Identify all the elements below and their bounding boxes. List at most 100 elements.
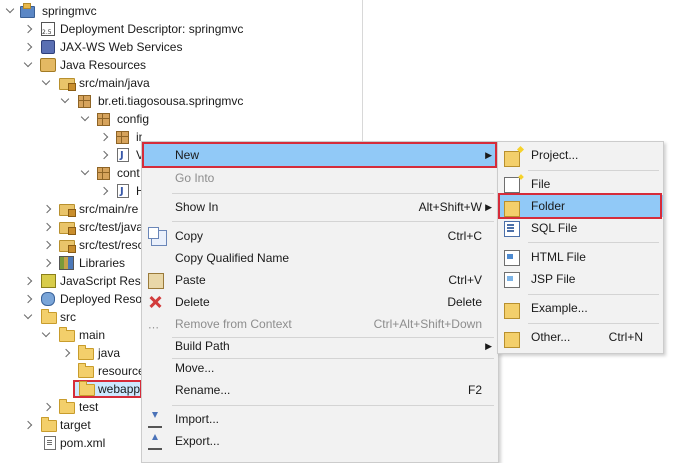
- chevron-right-icon[interactable]: [102, 182, 112, 200]
- context-menu: New ▶ Go Into Show In Alt+Shift+W ▶ Copy…: [141, 141, 499, 463]
- chevron-down-icon[interactable]: [24, 56, 34, 74]
- chevron-right-icon[interactable]: [102, 128, 112, 146]
- menu-separator: [172, 221, 494, 222]
- tree-item-config[interactable]: config: [0, 110, 360, 128]
- menu-separator: [528, 323, 659, 324]
- tree-item-java[interactable]: java: [0, 344, 142, 362]
- tree-item-main[interactable]: main: [0, 326, 142, 344]
- delete-icon: [148, 295, 162, 309]
- menu-separator: [528, 242, 659, 243]
- tree-item-controller[interactable]: cont: [0, 164, 142, 182]
- menu-item-build-path[interactable]: Build Path ▶: [142, 335, 498, 357]
- java-file-icon: [117, 147, 129, 164]
- submenu-item-html-file[interactable]: HTML File: [498, 246, 663, 268]
- tree-item-java-resources[interactable]: Java Resources: [0, 56, 360, 74]
- tree-item-label: src: [60, 310, 76, 324]
- tree-item-label: springmvc: [42, 4, 97, 18]
- tree-item-src-main-java[interactable]: src/main/java: [0, 74, 360, 92]
- deployment-descriptor-icon: [41, 22, 55, 42]
- tree-item-label: pom.xml: [60, 436, 106, 450]
- submenu-item-example[interactable]: Example...: [498, 297, 663, 319]
- menu-item-export[interactable]: Export...: [142, 430, 498, 452]
- tree-item-src-test-resources[interactable]: src/test/reso: [0, 236, 142, 254]
- tree-item-src-test-java[interactable]: src/test/java: [0, 218, 142, 236]
- menu-item-move[interactable]: Move...: [142, 357, 498, 379]
- tree-item-pom-xml[interactable]: pom.xml: [0, 434, 142, 452]
- chevron-right-icon[interactable]: [26, 290, 36, 308]
- chevron-right-icon[interactable]: [102, 146, 112, 164]
- chevron-right-icon[interactable]: [45, 218, 55, 236]
- tree-item-java-file-h[interactable]: H: [0, 182, 142, 200]
- menu-item-shortcut: Alt+Shift+W: [418, 200, 482, 214]
- chevron-down-icon[interactable]: [42, 74, 52, 92]
- tree-item-src[interactable]: src: [0, 308, 142, 326]
- menu-item-label: Move...: [175, 361, 215, 375]
- tree-item-test[interactable]: test: [0, 398, 142, 416]
- chevron-right-icon[interactable]: [45, 200, 55, 218]
- tree-item-deployment-descriptor[interactable]: Deployment Descriptor: springmvc: [0, 20, 360, 42]
- submenu-item-label: SQL File: [531, 221, 578, 235]
- submenu-item-sql-file[interactable]: SQL File: [498, 217, 663, 239]
- chevron-down-icon[interactable]: [81, 110, 91, 128]
- chevron-down-icon[interactable]: [61, 92, 71, 110]
- menu-item-import[interactable]: Import...: [142, 408, 498, 430]
- tree-item-src-main-resources[interactable]: src/main/re: [0, 200, 142, 218]
- chevron-right-icon[interactable]: [26, 416, 36, 434]
- tree-item-target[interactable]: target: [0, 416, 142, 434]
- submenu-item-jsp-file[interactable]: JSP File: [498, 268, 663, 290]
- chevron-right-icon[interactable]: [26, 38, 36, 56]
- tree-item-deployed-resources[interactable]: Deployed Reso: [0, 290, 142, 308]
- menu-item-remove-from-context[interactable]: ⋯ Remove from Context Ctrl+Alt+Shift+Dow…: [142, 313, 498, 335]
- tree-item-label: resource: [98, 364, 142, 378]
- menu-item-paste[interactable]: Paste Ctrl+V: [142, 269, 498, 291]
- tree-item-javascript-resources[interactable]: JavaScript Reso: [0, 272, 142, 290]
- folder-icon: [79, 381, 95, 396]
- tree-item-resources[interactable]: resource: [0, 362, 142, 380]
- menu-item-shortcut: Ctrl+V: [448, 273, 482, 287]
- tree-item-libraries[interactable]: Libraries: [0, 254, 142, 272]
- tree-item-springmvc[interactable]: springmvc: [0, 2, 360, 20]
- menu-item-shortcut: Ctrl+Alt+Shift+Down: [373, 317, 482, 331]
- import-icon: [148, 412, 162, 428]
- tree-item-label: JAX-WS Web Services: [60, 40, 183, 54]
- menu-item-copy-qualified-name[interactable]: Copy Qualified Name: [142, 247, 498, 269]
- tree-item-init[interactable]: init: [0, 128, 142, 146]
- chevron-right-icon[interactable]: [26, 20, 36, 38]
- chevron-down-icon[interactable]: [24, 308, 34, 326]
- xml-file-icon: [44, 436, 56, 450]
- chevron-right-icon[interactable]: [64, 344, 74, 362]
- chevron-right-icon[interactable]: [45, 236, 55, 254]
- menu-item-copy[interactable]: Copy Ctrl+C: [142, 225, 498, 247]
- menu-item-delete[interactable]: Delete Delete: [142, 291, 498, 313]
- submenu-item-file[interactable]: File: [498, 173, 663, 195]
- chevron-right-icon[interactable]: [45, 398, 55, 416]
- submenu-item-shortcut: Ctrl+N: [608, 330, 643, 344]
- tree-item-webapp[interactable]: webapp: [0, 380, 142, 398]
- menu-item-shortcut: Ctrl+C: [447, 229, 482, 243]
- tree-item-label: Deployed Reso: [60, 292, 142, 306]
- chevron-down-icon[interactable]: [81, 164, 91, 182]
- submenu-item-label: Example...: [531, 301, 588, 315]
- tree-item-package-root[interactable]: br.eti.tiagosousa.springmvc: [0, 92, 360, 110]
- submenu-item-project[interactable]: Project...: [498, 144, 663, 167]
- menu-item-rename[interactable]: Rename... F2: [142, 379, 498, 401]
- tree-item-java-file-v[interactable]: V: [0, 146, 142, 164]
- source-folder-icon: [59, 222, 76, 235]
- chevron-down-icon[interactable]: [6, 2, 16, 20]
- chevron-right-icon[interactable]: [26, 272, 36, 290]
- new-file-icon: [504, 177, 520, 193]
- export-icon: [148, 434, 162, 450]
- tree-item-label: test: [79, 400, 99, 414]
- chevron-right-icon[interactable]: [45, 254, 55, 272]
- tree-item-label: src/test/java: [79, 220, 142, 234]
- submenu-item-other[interactable]: Other... Ctrl+N: [498, 326, 663, 348]
- tree-item-label: Deployment Descriptor: springmvc: [60, 22, 244, 36]
- chevron-down-icon[interactable]: [42, 326, 52, 344]
- tree-item-jaxws[interactable]: JAX-WS Web Services: [0, 38, 360, 56]
- tree-item-label: src/main/java: [79, 76, 150, 90]
- menu-item-label: Import...: [175, 412, 220, 426]
- menu-item-show-in[interactable]: Show In Alt+Shift+W ▶: [142, 196, 498, 218]
- menu-item-go-into[interactable]: Go Into: [142, 167, 498, 189]
- tree-item-label: main: [79, 328, 106, 342]
- jsp-file-icon: [504, 272, 520, 288]
